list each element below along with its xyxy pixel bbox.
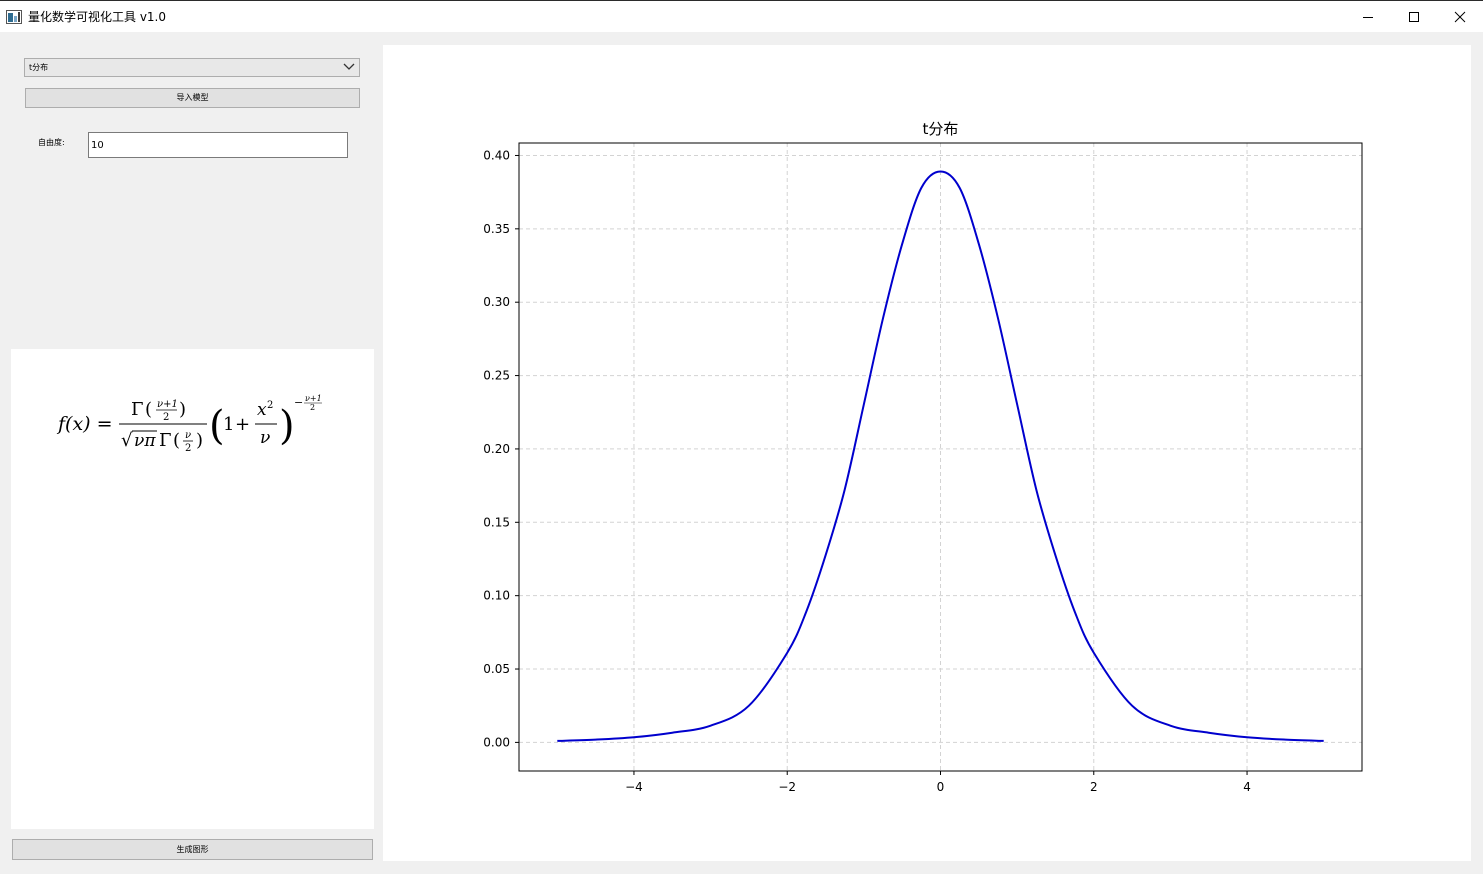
dof-input[interactable] <box>88 132 348 158</box>
t-distribution-chart: −4 −2 0 2 4 0.00 0.05 0.10 0.15 0.20 0.25 0.30 0.35 0… <box>483 120 1363 794</box>
x-tick-label: −4 <box>625 780 643 794</box>
y-tick-label: 0.30 <box>483 295 510 309</box>
plot-canvas: −4 −2 0 2 4 0.00 0.05 0.10 0.15 0.20 0.25 0.30 0.35 0… <box>383 45 1471 861</box>
svg-text:−: − <box>294 396 303 409</box>
svg-text:νπ: νπ <box>134 431 156 451</box>
y-tick-label: 0.35 <box>483 222 510 236</box>
minimize-button[interactable] <box>1345 1 1391 32</box>
model-select-value: t分布 <box>29 63 49 72</box>
svg-text:(: ( <box>173 430 180 451</box>
maximize-button[interactable] <box>1391 1 1437 32</box>
svg-text:√: √ <box>121 430 133 451</box>
x-tick-label: 4 <box>1243 780 1251 794</box>
window-title: 量化数学可视化工具 v1.0 <box>28 10 167 24</box>
svg-text:2: 2 <box>310 403 315 412</box>
chart-title: t分布 <box>923 120 959 138</box>
formula-display: f(x) = Γ ( ν+1 2 ) √ νπ Γ ( ν 2 ) (1 + … <box>56 394 322 454</box>
app-icon <box>6 9 22 24</box>
svg-text:ν: ν <box>260 428 270 448</box>
y-tick-label: 0.00 <box>483 735 510 749</box>
svg-text:ν: ν <box>185 430 191 441</box>
import-model-button[interactable]: 导入模型 <box>25 88 360 108</box>
title-bar: 量化数学可视化工具 v1.0 <box>0 1 1483 32</box>
y-tick-label: 0.15 <box>483 515 510 529</box>
y-tick-label: 0.40 <box>483 148 510 162</box>
svg-text:ν+1: ν+1 <box>157 399 178 410</box>
svg-text:2: 2 <box>185 443 191 454</box>
svg-text:Γ: Γ <box>159 430 172 451</box>
app-window: 量化数学可视化工具 v1.0 t分布 导入模型 自由度: 10 f(x) = Γ… <box>0 0 1483 874</box>
generate-plot-button[interactable]: 生成图形 <box>12 839 373 860</box>
chevron-down-icon <box>343 63 355 70</box>
svg-text:): ) <box>179 399 186 420</box>
svg-text:ν+1: ν+1 <box>305 394 322 403</box>
minimize-icon <box>1363 16 1373 18</box>
maximize-icon <box>1409 11 1419 22</box>
x-tick-label: 0 <box>937 780 945 794</box>
svg-text:x: x <box>257 400 267 420</box>
x-tick-label: 2 <box>1090 780 1098 794</box>
svg-text:2: 2 <box>163 412 169 423</box>
svg-text:1: 1 <box>223 414 234 435</box>
svg-text:): ) <box>279 403 295 449</box>
formula-lhs: f(x) = <box>56 413 113 435</box>
y-tick-label: 0.20 <box>483 442 510 456</box>
svg-text:(: ( <box>145 399 152 420</box>
x-tick-label: −2 <box>778 780 796 794</box>
chart-ticks: −4 −2 0 2 4 0.00 0.05 0.10 0.15 0.20 0.25 0.30 0.35 0… <box>483 148 1251 794</box>
dof-label: 自由度: <box>38 138 65 147</box>
window-controls <box>1345 1 1483 32</box>
close-button[interactable] <box>1437 1 1483 32</box>
svg-text:+: + <box>235 414 250 435</box>
y-tick-label: 0.25 <box>483 369 510 383</box>
y-tick-label: 0.05 <box>483 662 510 676</box>
svg-text:): ) <box>196 430 203 451</box>
svg-text:2: 2 <box>267 400 273 411</box>
y-tick-label: 0.10 <box>483 589 510 603</box>
svg-text:Γ: Γ <box>131 399 144 420</box>
chart-grid <box>519 143 1362 771</box>
formula-panel: f(x) = Γ ( ν+1 2 ) √ νπ Γ ( ν 2 ) (1 + … <box>11 349 374 829</box>
close-icon <box>1454 11 1466 22</box>
model-select[interactable]: t分布 <box>24 58 360 77</box>
